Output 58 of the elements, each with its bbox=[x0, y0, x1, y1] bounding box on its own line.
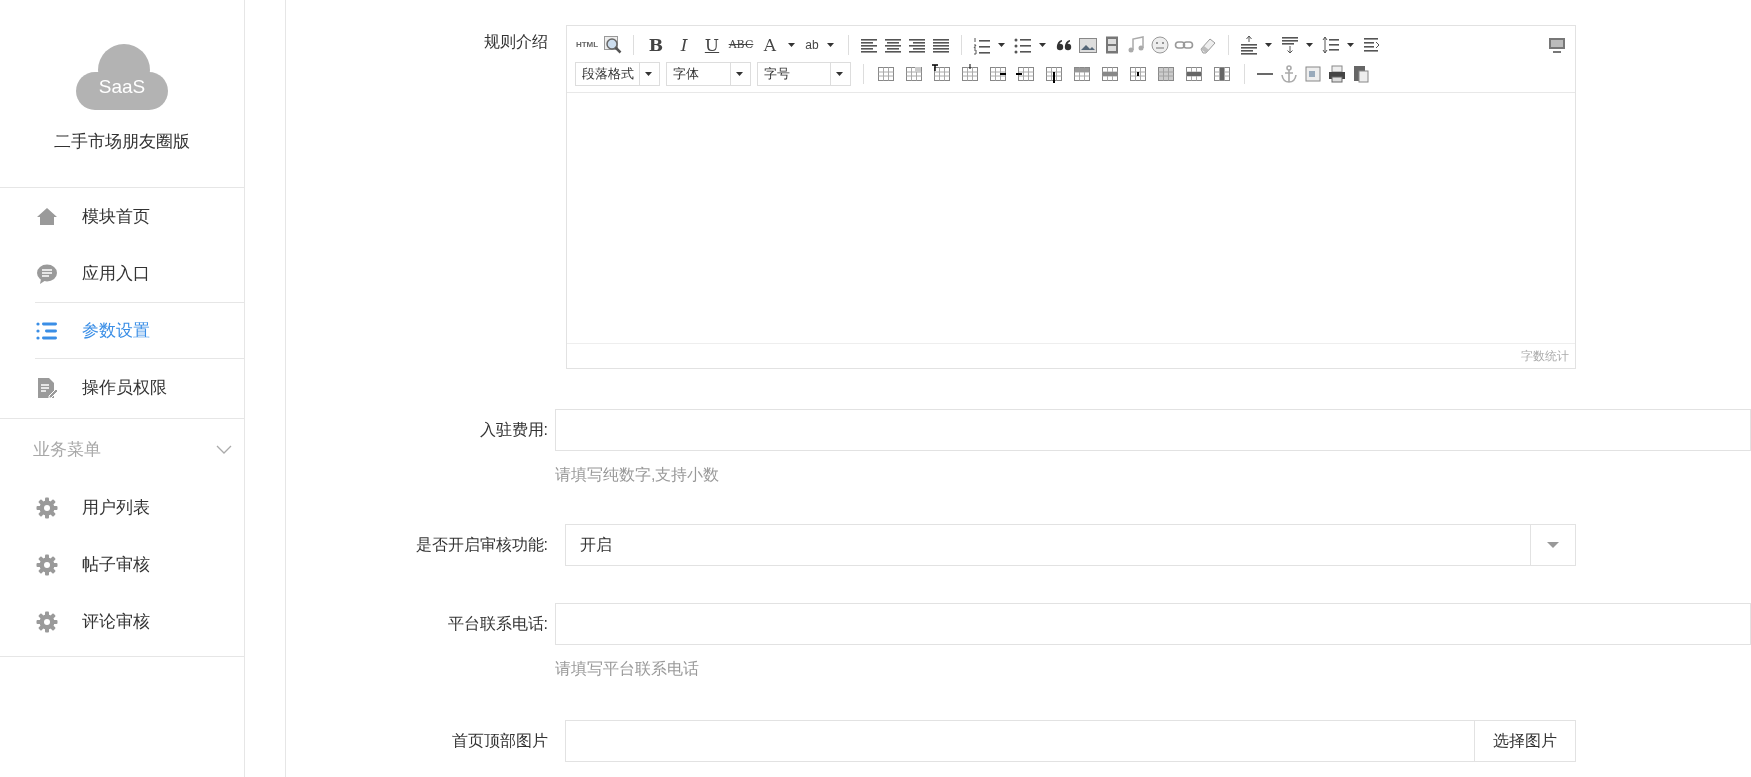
bold-button[interactable]: B bbox=[644, 34, 668, 55]
sidebar-item[interactable]: 用户列表 bbox=[0, 479, 244, 536]
field-hint: 请填写平台联系电话 bbox=[555, 659, 700, 679]
home-icon bbox=[36, 205, 58, 228]
table-caption-icon[interactable] bbox=[932, 63, 952, 84]
gear-icon bbox=[36, 553, 58, 576]
toolbar-dropdown[interactable]: 字体 bbox=[666, 61, 751, 86]
underline-button[interactable]: U bbox=[700, 34, 724, 55]
field-label: 平台联系电话: bbox=[446, 614, 548, 634]
print-icon[interactable] bbox=[1327, 63, 1347, 84]
caret-icon[interactable] bbox=[1306, 42, 1313, 47]
toolbar-dropdown[interactable]: 段落格式 bbox=[575, 61, 660, 86]
caret-icon[interactable] bbox=[736, 71, 743, 76]
field-label: 是否开启审核功能: bbox=[414, 535, 548, 555]
preview-icon[interactable] bbox=[603, 34, 623, 55]
paste-icon[interactable] bbox=[1351, 63, 1371, 84]
word-count-label: 字数统计 bbox=[1521, 347, 1569, 365]
toolbar-dropdown[interactable]: 字号 bbox=[757, 61, 851, 86]
chat-bubble-icon bbox=[36, 262, 58, 285]
html-source-button[interactable]: HTML bbox=[575, 40, 599, 49]
caret-icon[interactable] bbox=[645, 71, 652, 76]
sidebar-item[interactable]: 帖子审核 bbox=[0, 536, 244, 593]
sidebar-item[interactable]: 参数设置 bbox=[35, 302, 244, 359]
gear-icon bbox=[36, 496, 58, 519]
emoji-icon[interactable] bbox=[1150, 34, 1170, 55]
font-color-button[interactable]: A bbox=[758, 34, 782, 55]
caret-icon[interactable] bbox=[1039, 42, 1046, 47]
sidebar-item[interactable]: 操作员权限 bbox=[0, 359, 244, 416]
select-field[interactable]: 开启 bbox=[565, 524, 1576, 566]
insert-row-icon[interactable] bbox=[960, 63, 980, 84]
chevron-icon bbox=[216, 444, 232, 454]
app-name: 二手市场朋友圈版 bbox=[54, 131, 190, 153]
highlight-button[interactable]: ab bbox=[803, 37, 821, 52]
italic-button[interactable]: I bbox=[672, 34, 696, 55]
caret-icon[interactable] bbox=[998, 42, 1005, 47]
caret-icon[interactable] bbox=[836, 71, 843, 76]
input-field[interactable] bbox=[555, 409, 1751, 451]
caret-icon[interactable] bbox=[788, 42, 795, 47]
rich-text-editor[interactable]: HTML B I U ABC A ab 段落格式 字体 字号 字数统计 bbox=[566, 25, 1576, 369]
field-label: 规则介绍 bbox=[483, 32, 548, 52]
caret-icon[interactable] bbox=[1347, 42, 1354, 47]
field-label: 首页顶部图片 bbox=[451, 731, 548, 751]
input-field[interactable] bbox=[555, 603, 1751, 645]
spacing-below-icon[interactable] bbox=[1280, 34, 1300, 55]
line-height-icon[interactable] bbox=[1321, 34, 1341, 55]
sidebar-item[interactable]: 模块首页 bbox=[0, 188, 244, 245]
sidebar-item[interactable]: 评论审核 bbox=[0, 593, 244, 650]
field-label: 入驻费用: bbox=[478, 420, 548, 440]
spacing-above-icon[interactable] bbox=[1239, 34, 1259, 55]
image-path-field[interactable]: 选择图片 bbox=[565, 720, 1576, 762]
gear-icon bbox=[36, 610, 58, 633]
caret-icon[interactable] bbox=[1265, 42, 1272, 47]
caret-icon bbox=[1547, 542, 1559, 548]
field-hint: 请填写纯数字,支持小数 bbox=[555, 465, 721, 485]
sidebar-item[interactable]: 应用入口 bbox=[0, 245, 244, 302]
document-edit-icon bbox=[36, 376, 58, 399]
strikethrough-button[interactable]: ABC bbox=[728, 38, 754, 51]
caret-icon[interactable] bbox=[827, 42, 834, 47]
